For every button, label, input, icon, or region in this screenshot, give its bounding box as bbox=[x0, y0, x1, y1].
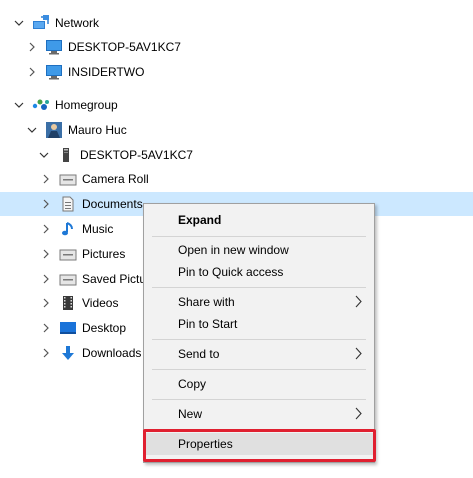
menu-item-open-new-window[interactable]: Open in new window bbox=[144, 239, 374, 261]
pc-tower-icon bbox=[57, 147, 75, 163]
menu-item-label: Pin to Start bbox=[178, 317, 238, 331]
tree-item-label: Network bbox=[55, 16, 100, 30]
chevron-right-icon[interactable] bbox=[26, 66, 38, 78]
download-arrow-icon bbox=[59, 345, 77, 361]
chevron-down-icon[interactable] bbox=[13, 17, 25, 29]
menu-item-label: Share with bbox=[178, 295, 235, 309]
tree-item-label: Downloads bbox=[82, 346, 142, 360]
tree-item-label: Mauro Huc bbox=[68, 123, 127, 137]
menu-item-new[interactable]: New bbox=[144, 403, 374, 425]
chevron-right-icon[interactable] bbox=[40, 322, 52, 334]
context-menu: Expand Open in new window Pin to Quick a… bbox=[143, 203, 375, 463]
tree-item-label: Homegroup bbox=[55, 98, 118, 112]
tree-item-network-desktop[interactable]: DESKTOP-5AV1KC7 bbox=[0, 35, 473, 59]
menu-item-label: New bbox=[178, 407, 203, 421]
menu-item-label: Send to bbox=[178, 347, 220, 361]
tree-item-label: DESKTOP-5AV1KC7 bbox=[80, 148, 193, 162]
chevron-right-icon[interactable] bbox=[40, 273, 52, 285]
chevron-right-icon[interactable] bbox=[40, 198, 52, 210]
menu-item-label: Expand bbox=[178, 213, 222, 227]
tree-item-desktop-pc[interactable]: DESKTOP-5AV1KC7 bbox=[0, 143, 473, 167]
menu-item-pin-start[interactable]: Pin to Start bbox=[144, 313, 374, 335]
folder-library-icon bbox=[59, 246, 77, 262]
chevron-down-icon[interactable] bbox=[13, 99, 25, 111]
tree-item-label: Desktop bbox=[82, 321, 127, 335]
tree-item-user[interactable]: Mauro Huc bbox=[0, 118, 473, 142]
tree-item-label: Pictures bbox=[82, 247, 126, 261]
chevron-right-icon[interactable] bbox=[40, 223, 52, 235]
chevron-right-icon[interactable] bbox=[40, 173, 52, 185]
menu-separator bbox=[152, 339, 366, 340]
menu-item-pin-quick-access[interactable]: Pin to Quick access bbox=[144, 261, 374, 283]
tree-item-homegroup[interactable]: Homegroup bbox=[0, 93, 473, 117]
menu-item-label: Open in new window bbox=[178, 243, 289, 257]
document-icon bbox=[59, 196, 77, 212]
music-icon bbox=[59, 221, 77, 237]
chevron-right-icon[interactable] bbox=[40, 248, 52, 260]
folder-library-icon bbox=[59, 271, 77, 287]
tree-item-label: INSIDERTWO bbox=[68, 65, 145, 79]
tree-item-label: Music bbox=[82, 222, 114, 236]
desktop-folder-icon bbox=[59, 320, 77, 336]
menu-item-send-to[interactable]: Send to bbox=[144, 343, 374, 365]
menu-item-share-with[interactable]: Share with bbox=[144, 291, 374, 313]
tree-item-label: DESKTOP-5AV1KC7 bbox=[68, 40, 181, 54]
tree-item-label: Videos bbox=[82, 296, 119, 310]
computer-icon bbox=[45, 64, 63, 80]
menu-item-label: Pin to Quick access bbox=[178, 265, 284, 279]
user-avatar-icon bbox=[45, 122, 63, 138]
chevron-right-icon[interactable] bbox=[26, 41, 38, 53]
tree-item-label: Documents bbox=[82, 197, 143, 211]
tree-item-label: Saved Pictu bbox=[82, 272, 147, 286]
properties-highlight-box bbox=[143, 429, 376, 462]
menu-separator bbox=[152, 399, 366, 400]
tree-item-label: Camera Roll bbox=[82, 172, 149, 186]
chevron-right-icon[interactable] bbox=[40, 347, 52, 359]
chevron-right-icon[interactable] bbox=[40, 297, 52, 309]
network-icon bbox=[32, 15, 50, 31]
computer-icon bbox=[45, 39, 63, 55]
menu-item-expand[interactable]: Expand bbox=[144, 209, 374, 231]
homegroup-icon bbox=[32, 97, 50, 113]
menu-item-copy[interactable]: Copy bbox=[144, 373, 374, 395]
tree-item-network[interactable]: Network bbox=[0, 11, 473, 35]
chevron-right-icon bbox=[355, 407, 362, 423]
menu-separator bbox=[152, 287, 366, 288]
chevron-right-icon bbox=[355, 347, 362, 363]
folder-library-icon bbox=[59, 171, 77, 187]
video-icon bbox=[59, 295, 77, 311]
tree-item-camera-roll[interactable]: Camera Roll bbox=[0, 167, 473, 191]
menu-item-label: Copy bbox=[178, 377, 207, 391]
tree-item-insidertwo[interactable]: INSIDERTWO bbox=[0, 60, 473, 84]
menu-separator bbox=[152, 369, 366, 370]
chevron-down-icon[interactable] bbox=[38, 149, 50, 161]
chevron-right-icon bbox=[355, 295, 362, 311]
chevron-down-icon[interactable] bbox=[26, 124, 38, 136]
menu-separator bbox=[152, 236, 366, 237]
